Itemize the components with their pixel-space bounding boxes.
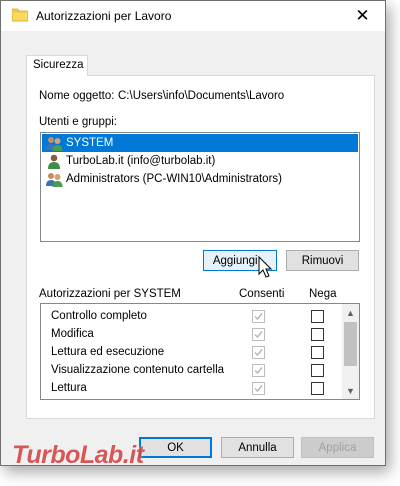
allow-checkbox xyxy=(252,328,265,341)
allow-checkbox xyxy=(252,382,265,395)
permission-name: Lettura ed esecuzione xyxy=(51,346,165,358)
permissions-header: Autorizzazioni per SYSTEM xyxy=(39,288,181,300)
permission-name: Controllo completo xyxy=(51,310,147,322)
security-panel: Nome oggetto: C:\Users\info\Documents\La… xyxy=(26,75,375,419)
ok-button[interactable]: OK xyxy=(139,437,212,458)
permission-row: Lettura ed esecuzione xyxy=(41,343,343,361)
users-group-icon xyxy=(46,172,63,187)
permission-row: Visualizzazione contenuto cartella xyxy=(41,361,343,379)
allow-checkbox xyxy=(252,364,265,377)
deny-checkbox[interactable] xyxy=(311,382,324,395)
deny-checkbox[interactable] xyxy=(311,328,324,341)
window-title: Autorizzazioni per Lavoro xyxy=(36,9,172,23)
users-group-icon xyxy=(46,136,63,151)
apply-button[interactable]: Applica xyxy=(301,437,374,458)
cancel-button[interactable]: Annulla xyxy=(221,437,294,458)
list-item-label: Administrators (PC-WIN10\Administrators) xyxy=(66,173,282,185)
allow-checkbox xyxy=(252,346,265,359)
mouse-cursor-icon xyxy=(258,256,273,278)
permission-row: Modifica xyxy=(41,325,343,343)
close-button[interactable]: ✕ xyxy=(340,1,385,31)
permissions-scrollbar[interactable]: ▲ ▼ xyxy=(342,304,359,399)
allow-checkbox xyxy=(252,310,265,323)
permission-name: Visualizzazione contenuto cartella xyxy=(51,364,225,376)
object-name-label: Nome oggetto: xyxy=(39,90,115,102)
list-item-system[interactable]: SYSTEM xyxy=(42,134,358,152)
object-name-value: C:\Users\info\Documents\Lavoro xyxy=(118,90,285,102)
apply-button-label: Applica xyxy=(318,441,357,454)
remove-button-label: Rimuovi xyxy=(301,254,344,267)
deny-column-header: Nega xyxy=(309,288,337,300)
list-item-label: TurboLab.it (info@turbolab.it) xyxy=(66,155,216,167)
list-item-turbolab[interactable]: TurboLab.it (info@turbolab.it) xyxy=(42,152,358,170)
deny-checkbox[interactable] xyxy=(311,346,324,359)
tab-security[interactable]: Sicurezza xyxy=(26,55,88,76)
permission-name: Lettura xyxy=(51,382,87,394)
permissions-list[interactable]: Controllo completo Modifica Lettura ed e… xyxy=(40,303,360,400)
folder-icon xyxy=(12,8,28,22)
remove-button[interactable]: Rimuovi xyxy=(286,250,359,271)
allow-column-header: Consenti xyxy=(239,288,285,300)
deny-checkbox[interactable] xyxy=(311,364,324,377)
close-icon: ✕ xyxy=(355,6,370,25)
scroll-thumb[interactable] xyxy=(344,322,357,366)
users-groups-list[interactable]: SYSTEM TurboLab.it (info@turbolab.it) Ad… xyxy=(40,132,360,242)
title-bar[interactable]: Autorizzazioni per Lavoro ✕ xyxy=(1,1,385,31)
scroll-up-icon[interactable]: ▲ xyxy=(342,304,359,321)
permission-row: Controllo completo xyxy=(41,307,343,325)
ok-button-label: OK xyxy=(167,441,184,454)
cancel-button-label: Annulla xyxy=(238,441,277,454)
tab-security-label: Sicurezza xyxy=(33,59,84,71)
permission-name: Modifica xyxy=(51,328,94,340)
list-item-label: SYSTEM xyxy=(66,137,114,149)
list-item-administrators[interactable]: Administrators (PC-WIN10\Administrators) xyxy=(42,170,358,188)
users-groups-label: Utenti e gruppi: xyxy=(39,116,117,128)
permissions-dialog: Autorizzazioni per Lavoro ✕ Sicurezza No… xyxy=(0,0,386,466)
deny-checkbox[interactable] xyxy=(311,310,324,323)
watermark-text: TurboLab.it xyxy=(12,441,144,469)
permission-row: Lettura xyxy=(41,379,343,397)
user-icon xyxy=(48,154,60,169)
scroll-down-icon[interactable]: ▼ xyxy=(342,382,359,399)
